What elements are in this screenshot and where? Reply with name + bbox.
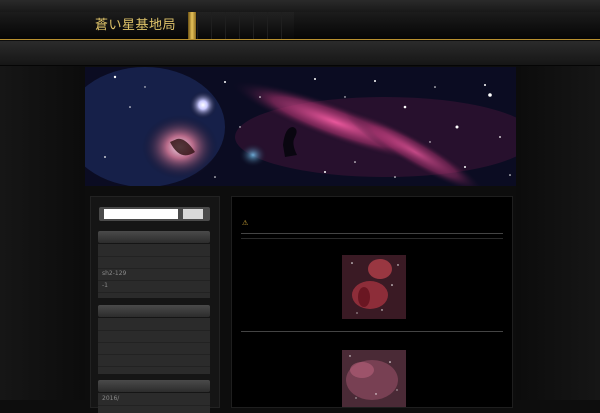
widget-list-2 bbox=[98, 318, 210, 374]
post-photo-nebula-1[interactable] bbox=[342, 255, 406, 319]
widget-item-label: 2016/ bbox=[102, 395, 120, 402]
nav-tab-1[interactable] bbox=[197, 12, 212, 39]
page-side-left bbox=[0, 66, 85, 400]
nav-tab-6[interactable] bbox=[267, 12, 282, 39]
post-title-divider-2 bbox=[241, 238, 503, 239]
widget-heading-2 bbox=[98, 305, 210, 317]
widget-list-3: 2016/ bbox=[98, 393, 210, 413]
widget-heading-1 bbox=[98, 231, 210, 243]
post-divider bbox=[241, 331, 503, 332]
title-accent-bar bbox=[188, 12, 196, 39]
header-stripe bbox=[0, 12, 600, 40]
sidebar: sh2-129 -1 2016/ bbox=[90, 196, 220, 413]
menu-bar bbox=[0, 41, 600, 66]
nav-tab-4[interactable] bbox=[239, 12, 254, 39]
nav-tab-2[interactable] bbox=[211, 12, 226, 39]
widget-item[interactable]: -1 bbox=[98, 280, 210, 293]
widget-heading-3 bbox=[98, 380, 210, 392]
header-banner-image bbox=[85, 67, 516, 186]
search-input[interactable] bbox=[104, 209, 178, 219]
search-form bbox=[99, 207, 210, 221]
nav-tab-7[interactable] bbox=[281, 12, 294, 39]
post-title-divider bbox=[241, 233, 503, 234]
widget-list-1: sh2-129 -1 bbox=[98, 244, 210, 298]
widget-item-label: -1 bbox=[102, 282, 108, 289]
site-title[interactable]: 蒼い星基地局 bbox=[95, 14, 176, 33]
post-photo-nebula-2[interactable] bbox=[342, 350, 406, 407]
nav-tab-3[interactable] bbox=[225, 12, 240, 39]
page-side-right bbox=[516, 66, 600, 400]
post-title-icon: ⚠ bbox=[242, 219, 249, 227]
nav-tab-5[interactable] bbox=[253, 12, 268, 39]
widget-item[interactable] bbox=[98, 354, 210, 367]
search-button[interactable] bbox=[183, 209, 203, 219]
widget-item-label: sh2-129 bbox=[102, 270, 127, 277]
main-content: ⚠ bbox=[231, 196, 513, 408]
